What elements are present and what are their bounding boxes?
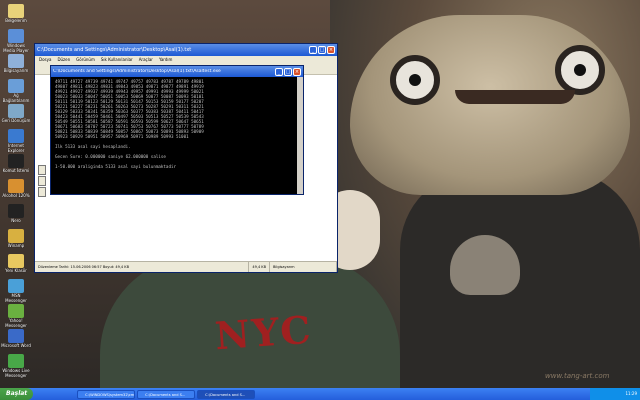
desktop-icon-image	[8, 254, 24, 268]
desktop-icon-image	[8, 304, 24, 318]
menu-edit[interactable]: Düzen	[57, 56, 70, 64]
desktop-icon[interactable]: Internet Explorer	[1, 129, 31, 153]
cmd-title: C:\Documents and Settings\Administrator\…	[53, 69, 221, 74]
system-tray: 11:29	[590, 388, 640, 400]
desktop-icon-label: Komut İstemi	[2, 168, 30, 173]
taskbar-task-cmd[interactable]: C:\WINDOWS\system32\cmd.exe	[77, 389, 136, 399]
desktop-icon-image	[8, 29, 24, 43]
taskbar: Başlat C:\WINDOWS\system32\cmd.exe C:\Do…	[0, 388, 640, 400]
wallpaper-signature: www.tang-art.com	[545, 372, 610, 380]
explorer-statusbar: Düzenleme Tarihi: 15.06.2006 06:57 Boyut…	[35, 261, 337, 272]
desktop-icon[interactable]: MSN Messenger	[1, 279, 31, 303]
wallpaper-monster-head	[350, 15, 630, 195]
desktop: NYC www.tang-art.com Belgelerim Windows M…	[0, 0, 640, 388]
desktop-icon-label: Belgelerim	[5, 18, 27, 23]
desktop-icon[interactable]: Geri Dönüşüm	[1, 104, 31, 123]
desktop-icon[interactable]: Bilgisayarım	[1, 54, 31, 73]
desktop-icon-label: Alcohol 120%	[2, 193, 30, 198]
desktop-icon-image	[8, 4, 24, 18]
menu-tools[interactable]: Araçlar	[139, 56, 153, 64]
minimize-button[interactable]: _	[309, 46, 317, 54]
status-file-info: Düzenleme Tarihi: 15.06.2006 06:57 Boyut…	[35, 262, 250, 272]
wallpaper-left-eye	[390, 55, 440, 105]
cmd-close-button[interactable]: ×	[293, 67, 301, 76]
desktop-icon[interactable]: Komut İstemi	[1, 154, 31, 173]
desktop-icon[interactable]: Belgelerim	[1, 4, 31, 23]
wallpaper-shirt-text: NYC	[213, 306, 314, 359]
desktop-icon-label: Yahoo! Messenger	[5, 318, 27, 328]
explorer-titlebar[interactable]: C:\Documents and Settings\Administrator\…	[35, 44, 337, 56]
menu-view[interactable]: Görünüm	[76, 56, 95, 64]
desktop-icon-image	[8, 229, 24, 243]
desktop-icon-label: Windows Live Messenger	[2, 368, 30, 378]
desktop-icon-image	[8, 179, 24, 193]
taskbar-tasks: C:\WINDOWS\system32\cmd.exe C:\Documents…	[77, 389, 257, 399]
cmd-maximize-button[interactable]: □	[284, 67, 292, 76]
desktop-icon-label: MSN Messenger	[5, 293, 27, 303]
cmd-titlebar[interactable]: C:\Documents and Settings\Administrator\…	[51, 66, 303, 77]
desktop-icon-image	[8, 354, 24, 368]
desktop-icon-image	[8, 279, 24, 293]
desktop-icon-image	[8, 154, 24, 168]
desktop-icon-label: Microsoft Word	[1, 343, 31, 348]
cmd-scrollbar[interactable]	[297, 77, 303, 194]
menu-favorites[interactable]: Sık Kullanılanlar	[101, 56, 133, 64]
desktop-icon-label: Bilgisayarım	[3, 68, 29, 73]
desktop-icon-label: Internet Explorer	[7, 143, 25, 153]
desktop-icon-label: Ağ Bağlantılarım	[2, 93, 30, 103]
explorer-side-icons	[38, 165, 46, 198]
desktop-icon[interactable]: Windows Media Player	[1, 29, 31, 53]
explorer-title: C:\Documents and Settings\Administrator\…	[37, 47, 192, 53]
desktop-icon[interactable]: Yeni Klasör	[1, 254, 31, 273]
desktop-icon[interactable]: Winamp	[1, 229, 31, 248]
cmd-prompt: 1-50.000 araliginda 5133 asal sayi bulun…	[55, 164, 177, 169]
menu-file[interactable]: Dosya	[39, 56, 51, 64]
start-button[interactable]: Başlat	[0, 388, 34, 400]
wallpaper-monster-body	[400, 170, 640, 388]
cmd-output: 49711 49727 49739 49741 49747 49757 4978…	[51, 77, 303, 171]
desktop-icon-image	[8, 54, 24, 68]
desktop-icon-image	[8, 104, 24, 118]
clock[interactable]: 11:29	[625, 391, 637, 396]
desktop-icon[interactable]: Ağ Bağlantılarım	[1, 79, 31, 103]
desktop-icon-label: Windows Media Player	[3, 43, 29, 53]
taskbar-task-explorer[interactable]: C:\Documents and S...	[137, 389, 196, 399]
desktop-icon[interactable]: Yahoo! Messenger	[1, 304, 31, 328]
desktop-icon[interactable]: Alcohol 120%	[1, 179, 31, 198]
explorer-menubar: Dosya Düzen Görünüm Sık Kullanılanlar Ar…	[35, 56, 337, 64]
desktop-icon-label: Winamp	[7, 243, 25, 248]
menu-help[interactable]: Yardım	[159, 56, 172, 64]
desktop-icon[interactable]: Windows Live Messenger	[1, 354, 31, 378]
cmd-window[interactable]: C:\Documents and Settings\Administrator\…	[50, 65, 304, 195]
wallpaper-mouth	[455, 90, 575, 104]
desktop-icon-label: Yeni Klasör	[5, 268, 27, 273]
desktop-icon-image	[8, 329, 24, 343]
taskbar-task-asaltest[interactable]: C:\Documents and S...	[197, 389, 256, 399]
desktop-icon-image	[8, 204, 24, 218]
wallpaper-right-eye	[555, 45, 605, 95]
close-button[interactable]: ×	[327, 46, 335, 54]
desktop-icon-image	[8, 79, 24, 93]
maximize-button[interactable]: □	[318, 46, 326, 54]
desktop-icon-image	[8, 129, 24, 143]
status-size: 49,4 KB	[249, 262, 270, 272]
desktop-icon[interactable]: Microsoft Word	[1, 329, 31, 348]
status-location: Bilgisayarım	[270, 262, 337, 272]
desktop-icon-label: Nero	[11, 218, 21, 223]
cmd-minimize-button[interactable]: _	[275, 67, 283, 76]
desktop-icon-label: Geri Dönüşüm	[1, 118, 31, 123]
desktop-icon[interactable]: Nero	[1, 204, 31, 223]
